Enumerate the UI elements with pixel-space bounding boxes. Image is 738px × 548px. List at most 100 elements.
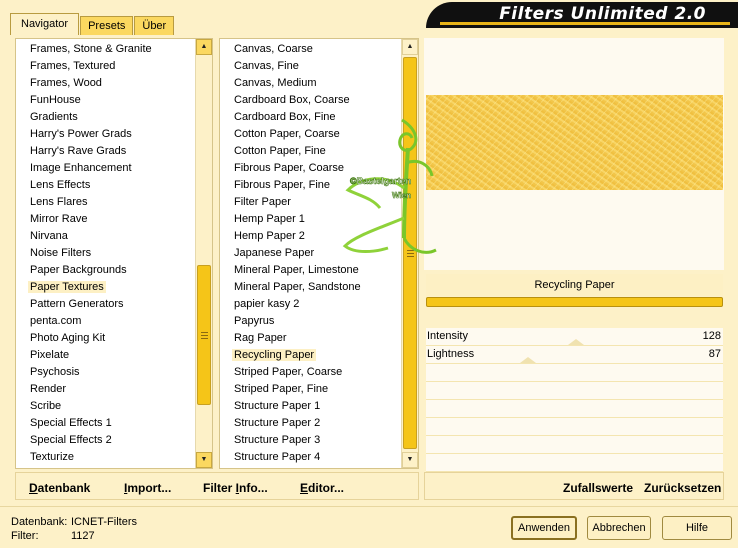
category-list-item[interactable]: Noise Filters: [16, 245, 154, 262]
filter-item-label: Structure Paper 1: [234, 400, 321, 412]
filter-list-item[interactable]: Canvas, Coarse: [220, 41, 363, 58]
category-list-item[interactable]: Render: [16, 381, 154, 398]
filter-list-item[interactable]: Structure Paper 3: [220, 432, 363, 449]
category-list-item[interactable]: Scribe: [16, 398, 154, 415]
filter-list-item[interactable]: Structure Paper 2: [220, 415, 363, 432]
randomize-button[interactable]: Zufallswerte: [563, 481, 633, 495]
category-list-item[interactable]: Special Effects 2: [16, 432, 154, 449]
category-list-item[interactable]: Pattern Generators: [16, 296, 154, 313]
scroll-up-icon[interactable]: ▲: [196, 39, 212, 55]
filter-list-item[interactable]: papier kasy 2: [220, 296, 363, 313]
category-list-item[interactable]: Frames, Textured: [16, 58, 154, 75]
filter-item-label: Cardboard Box, Coarse: [234, 94, 350, 106]
watermark-text-1: ©Bastelgarten: [350, 176, 411, 186]
filter-item-label: Structure Paper 2: [234, 417, 321, 429]
preview-image: [426, 95, 723, 190]
param-empty-row: [426, 436, 723, 454]
tab-about[interactable]: Über: [134, 16, 175, 35]
category-list-item[interactable]: Frames, Wood: [16, 75, 154, 92]
filter-list-item[interactable]: Rag Paper: [220, 330, 363, 347]
filter-info-button[interactable]: Filter Info...: [203, 481, 268, 495]
status-db-label: Datenbank:: [11, 516, 68, 528]
filter-list-item[interactable]: Striped Paper, Fine: [220, 381, 363, 398]
tab-bar: Navigator Presets Über: [10, 13, 175, 35]
scroll-down-icon[interactable]: ▼: [196, 452, 212, 468]
param-intensity[interactable]: Intensity 128: [426, 328, 723, 346]
category-item-label: Lens Flares: [30, 196, 88, 208]
category-list-item[interactable]: FunHouse: [16, 92, 154, 109]
category-item-label: Pixelate: [30, 349, 70, 361]
category-item-label: Paper Textures: [28, 281, 106, 293]
status-area: Datenbank: ICNET-Filters Filter: 1127: [11, 515, 137, 543]
scroll-up-icon[interactable]: ▲: [402, 39, 418, 55]
category-item-label: Paper Backgrounds: [30, 264, 127, 276]
category-list-item[interactable]: Gradients: [16, 109, 154, 126]
help-button[interactable]: Hilfe: [662, 516, 732, 540]
param-empty-row: [426, 364, 723, 382]
filter-list-item[interactable]: Papyrus: [220, 313, 363, 330]
filter-item-label: Recycling Paper: [232, 349, 317, 361]
editor-button[interactable]: Editor...: [300, 481, 344, 495]
category-list-item[interactable]: Photo Aging Kit: [16, 330, 154, 347]
filter-list-item[interactable]: Structure Paper 1: [220, 398, 363, 415]
category-list-item[interactable]: Texturize: [16, 449, 154, 466]
category-list-item[interactable]: Lens Flares: [16, 194, 154, 211]
category-list-item[interactable]: Harry's Power Grads: [16, 126, 154, 143]
filter-item-label: Fibrous Paper, Fine: [234, 179, 330, 191]
slider-marker-icon[interactable]: [520, 357, 536, 363]
filter-item-label: Cotton Paper, Coarse: [234, 128, 340, 140]
category-list-item[interactable]: Paper Backgrounds: [16, 262, 154, 279]
category-list-item[interactable]: Special Effects 1: [16, 415, 154, 432]
filter-item-label: Cotton Paper, Fine: [234, 145, 326, 157]
category-scrollbar[interactable]: ▲ ▼: [195, 39, 212, 468]
filter-list-item[interactable]: Striped Paper, Coarse: [220, 364, 363, 381]
filter-list-item[interactable]: Cardboard Box, Coarse: [220, 92, 363, 109]
category-list-item[interactable]: Frames, Stone & Granite: [16, 41, 154, 58]
category-list-item[interactable]: Image Enhancement: [16, 160, 154, 177]
filter-item-label: Cardboard Box, Fine: [234, 111, 336, 123]
filter-list-item[interactable]: Canvas, Medium: [220, 75, 363, 92]
filter-list-item[interactable]: Recycling Paper: [220, 347, 363, 364]
cancel-button[interactable]: Abbrechen: [587, 516, 651, 540]
filter-list-item[interactable]: Mineral Paper, Sandstone: [220, 279, 363, 296]
reset-button[interactable]: Zurücksetzen: [644, 481, 721, 495]
category-list-item[interactable]: Nirvana: [16, 228, 154, 245]
status-filter-value: 1127: [71, 530, 95, 542]
apply-button[interactable]: Anwenden: [511, 516, 577, 540]
tab-navigator[interactable]: Navigator: [10, 13, 80, 35]
filter-list-item[interactable]: Structure Paper 4: [220, 449, 363, 466]
category-item-label: Mirror Rave: [30, 213, 88, 225]
import-button[interactable]: Import...: [124, 481, 171, 495]
param-empty-row: [426, 418, 723, 436]
slider-marker-icon[interactable]: [568, 339, 584, 345]
filter-item-label: Canvas, Fine: [234, 60, 299, 72]
title-underline: [440, 22, 730, 25]
filter-item-label: Japanese Paper: [234, 247, 315, 259]
filter-name-label: Recycling Paper: [426, 274, 723, 296]
scroll-down-icon[interactable]: ▼: [402, 452, 418, 468]
category-list-item[interactable]: Psychosis: [16, 364, 154, 381]
watermark-text-2: Wien: [392, 191, 411, 200]
filter-item-label: Hemp Paper 2: [234, 230, 305, 242]
filter-item-label: Striped Paper, Fine: [234, 383, 329, 395]
category-list-item[interactable]: Mirror Rave: [16, 211, 154, 228]
status-divider: [0, 506, 738, 507]
category-item-label: Harry's Rave Grads: [30, 145, 127, 157]
database-button[interactable]: Datenbank: [29, 481, 90, 495]
category-list-item[interactable]: Pixelate: [16, 347, 154, 364]
filter-item-label: Papyrus: [234, 315, 275, 327]
category-item-label: Render: [30, 383, 67, 395]
category-item-label: Lens Effects: [30, 179, 91, 191]
category-list-item[interactable]: penta.com: [16, 313, 154, 330]
param-empty-row: [426, 400, 723, 418]
category-list-item[interactable]: Lens Effects: [16, 177, 154, 194]
category-list[interactable]: Frames, Stone & Granite Frames, Textured F…: [15, 38, 213, 469]
category-list-item[interactable]: Paper Textures: [16, 279, 154, 296]
filter-list-item[interactable]: Canvas, Fine: [220, 58, 363, 75]
scroll-thumb[interactable]: [197, 265, 211, 405]
filter-progress-bar: [426, 297, 723, 307]
category-list-item[interactable]: Harry's Rave Grads: [16, 143, 154, 160]
param-lightness[interactable]: Lightness 87: [426, 346, 723, 364]
tab-presets[interactable]: Presets: [80, 16, 134, 35]
category-item-label: Pattern Generators: [30, 298, 124, 310]
